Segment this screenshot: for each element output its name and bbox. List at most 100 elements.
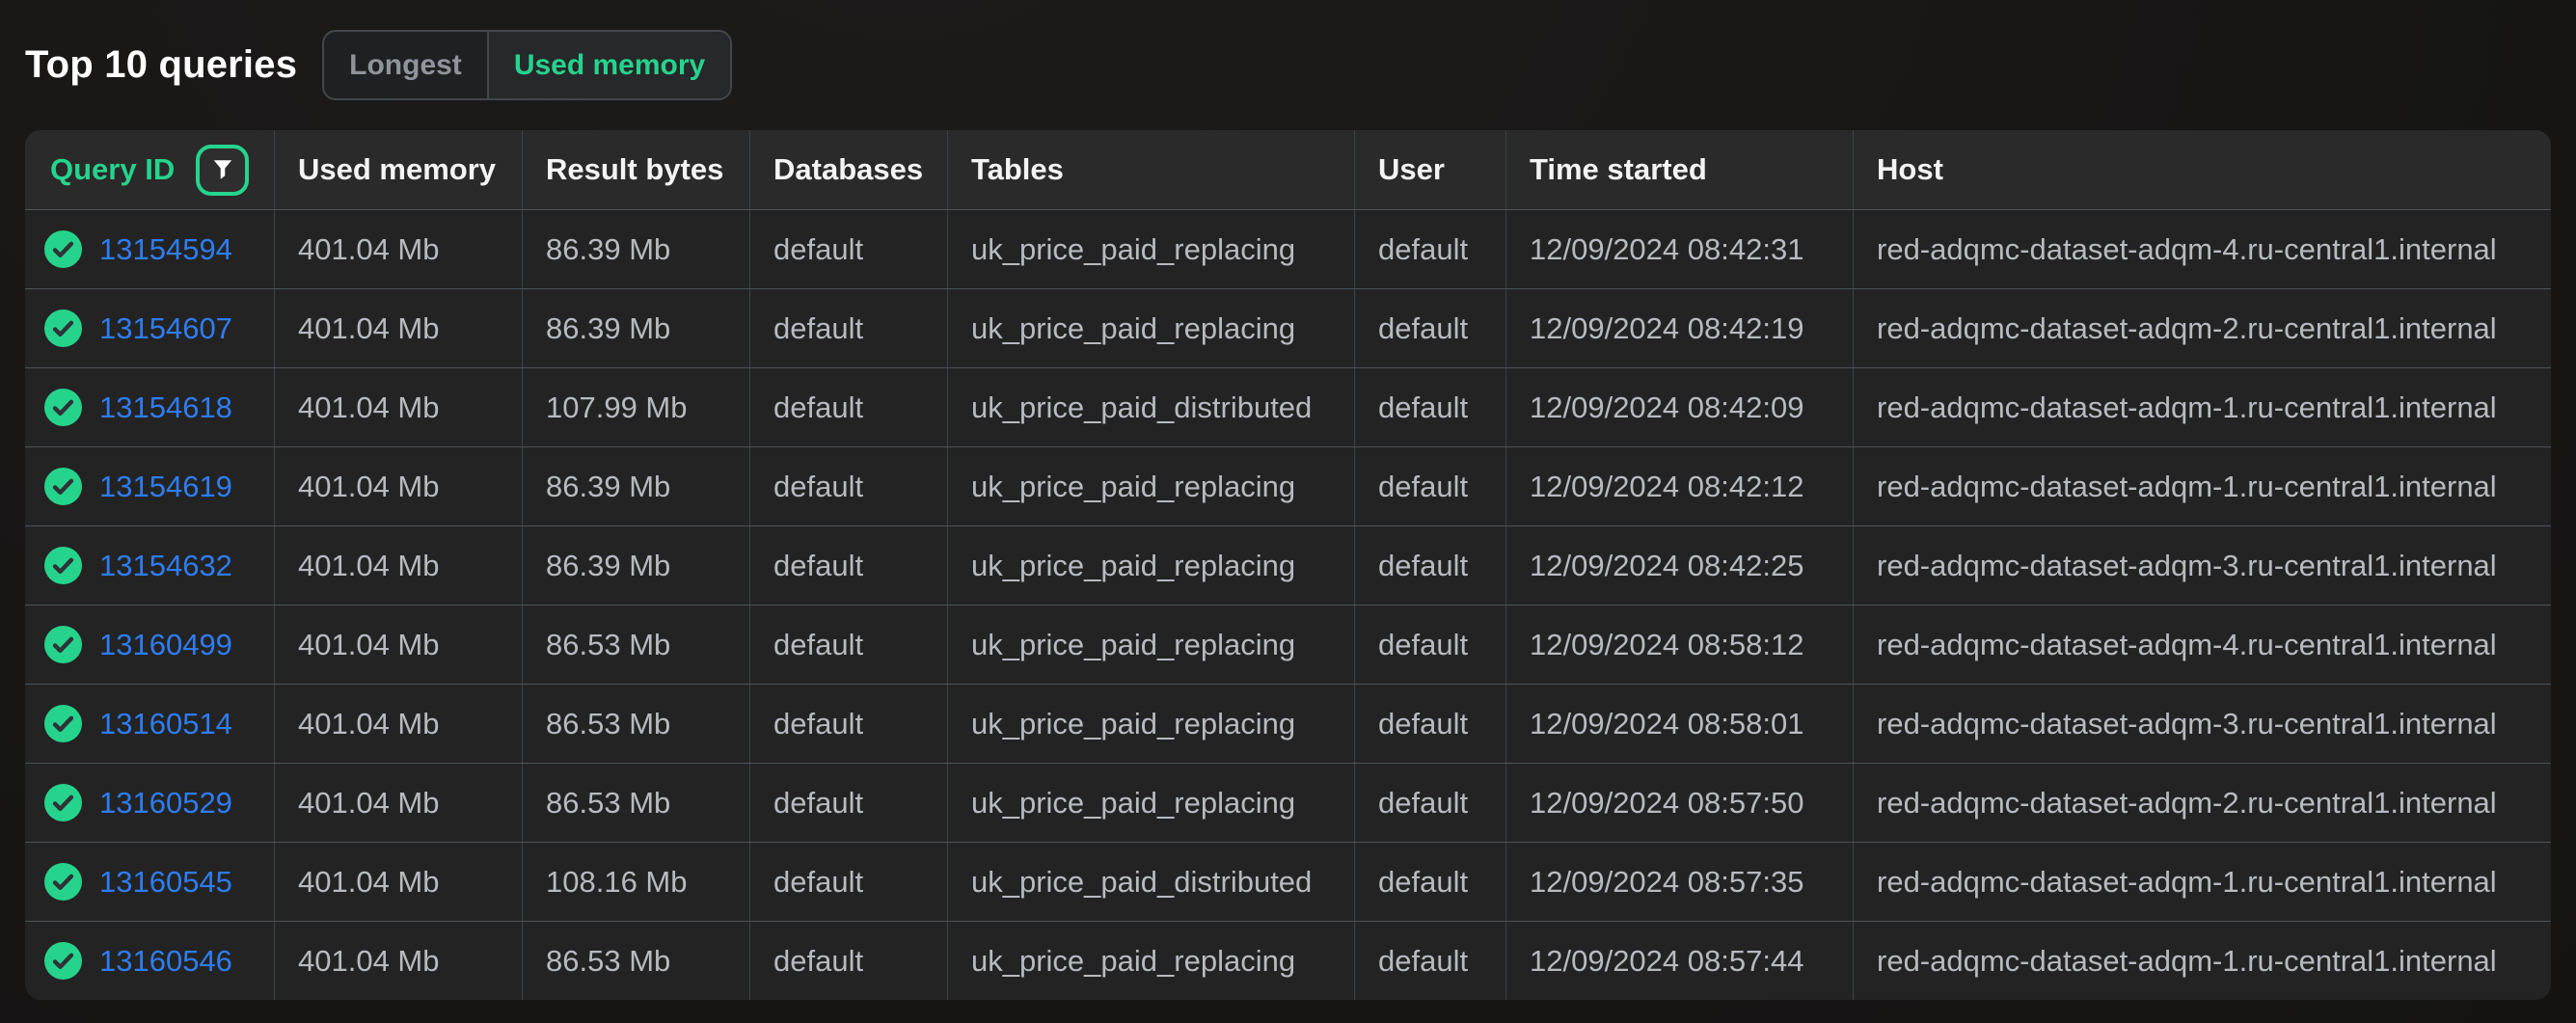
databases-cell: default: [750, 843, 948, 921]
table-row: 13160514 401.04 Mb 86.53 Mb default uk_p…: [25, 684, 2551, 763]
host-cell: red-adqmc-dataset-adqm-4.ru-central1.int…: [1854, 210, 2551, 288]
tables-cell: uk_price_paid_replacing: [948, 922, 1355, 1000]
result-bytes-cell: 86.53 Mb: [523, 685, 750, 763]
tables-cell: uk_price_paid_replacing: [948, 764, 1355, 842]
query-id-link[interactable]: 13154607: [99, 311, 232, 346]
query-id-cell: 13154594: [25, 210, 275, 288]
table-row: 13160499 401.04 Mb 86.53 Mb default uk_p…: [25, 605, 2551, 684]
query-id-cell: 13160545: [25, 843, 275, 921]
query-id-link[interactable]: 13154618: [99, 390, 232, 425]
databases-cell: default: [750, 210, 948, 288]
column-header-result-bytes: Result bytes: [523, 130, 750, 209]
query-id-filter-button[interactable]: [196, 145, 249, 196]
user-cell: default: [1355, 526, 1506, 605]
time-started-cell: 12/09/2024 08:42:25: [1506, 526, 1854, 605]
used-memory-cell: 401.04 Mb: [275, 210, 523, 288]
check-circle-icon: [44, 626, 82, 663]
query-id-cell: 13154632: [25, 526, 275, 605]
time-started-cell: 12/09/2024 08:58:01: [1506, 685, 1854, 763]
used-memory-cell: 401.04 Mb: [275, 764, 523, 842]
column-header-user: User: [1355, 130, 1506, 209]
query-id-cell: 13160546: [25, 922, 275, 1000]
query-id-link[interactable]: 13160529: [99, 786, 232, 821]
databases-cell: default: [750, 606, 948, 684]
query-id-link[interactable]: 13154594: [99, 232, 232, 267]
user-cell: default: [1355, 685, 1506, 763]
top-queries-mode-toggle: Longest Used memory: [322, 30, 732, 100]
query-id-link[interactable]: 13160514: [99, 707, 232, 741]
tab-longest[interactable]: Longest: [324, 32, 487, 98]
query-id-cell: 13160514: [25, 685, 275, 763]
user-cell: default: [1355, 606, 1506, 684]
tables-cell: uk_price_paid_replacing: [948, 210, 1355, 288]
check-circle-icon: [44, 863, 82, 901]
toolbar: Top 10 queries Longest Used memory: [0, 0, 2576, 130]
funnel-filter-icon: [210, 157, 235, 182]
query-id-link[interactable]: 13160499: [99, 628, 232, 662]
host-cell: red-adqmc-dataset-adqm-2.ru-central1.int…: [1854, 764, 2551, 842]
used-memory-cell: 401.04 Mb: [275, 526, 523, 605]
user-cell: default: [1355, 843, 1506, 921]
time-started-cell: 12/09/2024 08:57:44: [1506, 922, 1854, 1000]
result-bytes-cell: 86.39 Mb: [523, 210, 750, 288]
databases-cell: default: [750, 289, 948, 367]
result-bytes-cell: 107.99 Mb: [523, 368, 750, 446]
check-circle-icon: [44, 230, 82, 268]
used-memory-cell: 401.04 Mb: [275, 447, 523, 525]
table-row: 13160529 401.04 Mb 86.53 Mb default uk_p…: [25, 763, 2551, 842]
result-bytes-cell: 86.39 Mb: [523, 526, 750, 605]
table-body: 13154594 401.04 Mb 86.39 Mb default uk_p…: [25, 209, 2551, 1000]
query-id-link[interactable]: 13154632: [99, 549, 232, 583]
column-header-used-memory: Used memory: [275, 130, 523, 209]
databases-cell: default: [750, 922, 948, 1000]
query-id-link[interactable]: 13160545: [99, 865, 232, 900]
used-memory-cell: 401.04 Mb: [275, 368, 523, 446]
user-cell: default: [1355, 368, 1506, 446]
check-circle-icon: [44, 547, 82, 584]
used-memory-cell: 401.04 Mb: [275, 289, 523, 367]
query-id-cell: 13160529: [25, 764, 275, 842]
tables-cell: uk_price_paid_replacing: [948, 289, 1355, 367]
time-started-cell: 12/09/2024 08:42:31: [1506, 210, 1854, 288]
result-bytes-cell: 86.39 Mb: [523, 447, 750, 525]
check-circle-icon: [44, 705, 82, 742]
time-started-cell: 12/09/2024 08:57:35: [1506, 843, 1854, 921]
tables-cell: uk_price_paid_replacing: [948, 447, 1355, 525]
host-cell: red-adqmc-dataset-adqm-2.ru-central1.int…: [1854, 289, 2551, 367]
user-cell: default: [1355, 289, 1506, 367]
table-row: 13160545 401.04 Mb 108.16 Mb default uk_…: [25, 842, 2551, 921]
table-row: 13154632 401.04 Mb 86.39 Mb default uk_p…: [25, 525, 2551, 605]
used-memory-cell: 401.04 Mb: [275, 922, 523, 1000]
column-header-databases: Databases: [750, 130, 948, 209]
result-bytes-cell: 86.39 Mb: [523, 289, 750, 367]
query-id-link[interactable]: 13154619: [99, 470, 232, 504]
query-id-cell: 13160499: [25, 606, 275, 684]
table-row: 13154619 401.04 Mb 86.39 Mb default uk_p…: [25, 446, 2551, 525]
query-id-cell: 13154619: [25, 447, 275, 525]
query-id-link[interactable]: 13160546: [99, 944, 232, 979]
user-cell: default: [1355, 764, 1506, 842]
result-bytes-cell: 108.16 Mb: [523, 843, 750, 921]
time-started-cell: 12/09/2024 08:57:50: [1506, 764, 1854, 842]
tables-cell: uk_price_paid_replacing: [948, 526, 1355, 605]
column-header-tables: Tables: [948, 130, 1355, 209]
databases-cell: default: [750, 447, 948, 525]
result-bytes-cell: 86.53 Mb: [523, 922, 750, 1000]
tab-used-memory[interactable]: Used memory: [487, 32, 730, 98]
user-cell: default: [1355, 447, 1506, 525]
result-bytes-cell: 86.53 Mb: [523, 606, 750, 684]
user-cell: default: [1355, 922, 1506, 1000]
check-circle-icon: [44, 310, 82, 347]
databases-cell: default: [750, 764, 948, 842]
host-cell: red-adqmc-dataset-adqm-1.ru-central1.int…: [1854, 368, 2551, 446]
tables-cell: uk_price_paid_distributed: [948, 368, 1355, 446]
host-cell: red-adqmc-dataset-adqm-1.ru-central1.int…: [1854, 922, 2551, 1000]
time-started-cell: 12/09/2024 08:42:12: [1506, 447, 1854, 525]
column-header-host: Host: [1854, 130, 2551, 209]
table-row: 13154618 401.04 Mb 107.99 Mb default uk_…: [25, 367, 2551, 446]
table-row: 13154594 401.04 Mb 86.39 Mb default uk_p…: [25, 209, 2551, 288]
databases-cell: default: [750, 368, 948, 446]
column-header-query-id: Query ID: [25, 130, 275, 209]
used-memory-cell: 401.04 Mb: [275, 606, 523, 684]
column-header-query-id-label: Query ID: [50, 152, 175, 187]
